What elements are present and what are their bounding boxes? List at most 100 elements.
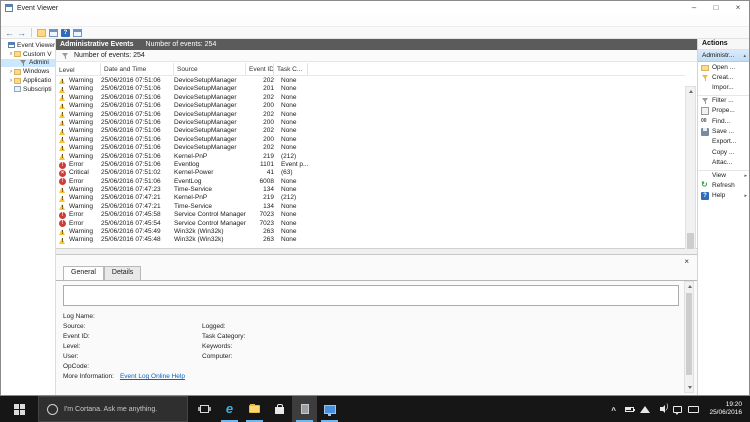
table-row[interactable]: Error 25/06/2016 07:51:06 EventLog 6008 … (56, 178, 685, 186)
edge-icon[interactable] (217, 396, 242, 422)
action-item[interactable]: Export... (698, 137, 749, 147)
scroll-up-icon[interactable] (686, 87, 695, 96)
scroll-thumb[interactable] (686, 293, 692, 375)
results-title: Administrative Events (60, 41, 134, 48)
table-row[interactable]: Warning 25/06/2016 07:51:06 DeviceSetupM… (56, 136, 685, 144)
system-tray: 19:20 25/06/2016 (605, 396, 750, 422)
start-button[interactable] (0, 396, 38, 422)
table-row[interactable]: Warning 25/06/2016 07:51:06 DeviceSetupM… (56, 119, 685, 127)
cell-event-id: 6008 (246, 178, 274, 186)
table-row[interactable]: Error 25/06/2016 07:45:58 Service Contro… (56, 211, 685, 219)
tree-item[interactable]: Event Viewer ( (1, 41, 55, 50)
column-header-source[interactable]: Source (174, 63, 246, 75)
cell-level: Warning (69, 94, 93, 102)
store-icon[interactable] (267, 396, 292, 422)
show-console-tree-icon[interactable] (37, 29, 46, 37)
scroll-down-icon[interactable] (685, 383, 693, 392)
action-item[interactable]: Refresh (698, 180, 749, 190)
action-item[interactable]: Save ... (698, 126, 749, 136)
cell-level: Error (69, 178, 83, 186)
taskbar-clock[interactable]: 19:20 25/06/2016 (701, 401, 750, 417)
level-icon (59, 229, 66, 236)
action-item[interactable]: Prope... (698, 106, 749, 116)
tree-item[interactable]: > Applicatio (1, 76, 55, 85)
table-row[interactable]: Warning 25/06/2016 07:47:23 Time-Service… (56, 186, 685, 194)
scroll-up-icon[interactable] (685, 282, 693, 291)
cortana-icon (47, 404, 58, 415)
action-item[interactable]: View ▸ (698, 170, 749, 180)
battery-icon[interactable] (621, 396, 637, 422)
column-header-event-id[interactable]: Event ID (246, 63, 274, 75)
action-center-icon[interactable] (669, 396, 685, 422)
table-row[interactable]: Warning 25/06/2016 07:51:06 DeviceSetupM… (56, 102, 685, 110)
action-label: Filter ... (712, 97, 734, 104)
cell-task-category: None (274, 186, 308, 194)
action-label: Refresh (712, 182, 735, 189)
tree-item[interactable]: v Custom V (1, 50, 55, 59)
event-log-online-help-link[interactable]: Event Log Online Help (120, 373, 185, 380)
column-header-datetime[interactable]: Date and Time (101, 63, 174, 75)
maximize-button[interactable]: □ (705, 1, 727, 15)
column-header-task-category[interactable]: Task C... (274, 63, 308, 75)
event-viewer-taskbar-icon[interactable] (317, 396, 342, 422)
action-item[interactable]: Find... (698, 116, 749, 126)
table-row[interactable]: Warning 25/06/2016 07:51:06 DeviceSetupM… (56, 111, 685, 119)
action-item[interactable]: Attac... (698, 158, 749, 168)
table-row[interactable]: Warning 25/06/2016 07:51:06 DeviceSetupM… (56, 85, 685, 93)
table-row[interactable]: Warning 25/06/2016 07:51:06 DeviceSetupM… (56, 77, 685, 85)
file-explorer-icon[interactable] (242, 396, 267, 422)
table-row[interactable]: Error 25/06/2016 07:51:06 Eventlog 1101 … (56, 161, 685, 169)
tab-general[interactable]: General (63, 266, 104, 280)
minimize-button[interactable]: – (683, 1, 705, 15)
keyboard-icon[interactable] (685, 396, 701, 422)
table-row[interactable]: Warning 25/06/2016 07:45:49 Win32k (Win3… (56, 228, 685, 236)
table-row[interactable]: Warning 25/06/2016 07:51:06 DeviceSetupM… (56, 127, 685, 135)
action-filter-current-view (701, 97, 709, 105)
tab-details[interactable]: Details (104, 266, 141, 280)
snipping-tool-icon[interactable] (292, 396, 317, 422)
table-row[interactable]: Warning 25/06/2016 07:47:21 Kernel-PnP 2… (56, 194, 685, 202)
tree-item[interactable]: Subscripti (1, 85, 55, 94)
forward-icon[interactable]: → (17, 28, 26, 38)
detail-close-icon[interactable]: × (684, 257, 689, 266)
action-item[interactable]: Copy ... (698, 147, 749, 157)
field-label-right: Logged: (202, 323, 677, 333)
action-item[interactable]: Open ... (698, 62, 749, 72)
tree-item[interactable]: Admini (1, 59, 55, 68)
window-icon[interactable] (49, 29, 58, 37)
back-icon[interactable]: ← (5, 28, 14, 38)
actions-section-header[interactable]: Administr... ▴ (698, 50, 749, 62)
tray-chevron-icon[interactable] (605, 396, 621, 422)
wifi-icon[interactable] (637, 396, 653, 422)
tree-node-icon (14, 78, 21, 84)
cell-datetime: 25/06/2016 07:51:06 (101, 144, 174, 152)
column-header-level[interactable]: Level (56, 63, 101, 75)
events-scrollbar[interactable] (685, 86, 696, 272)
table-row[interactable]: Error 25/06/2016 07:45:54 Service Contro… (56, 220, 685, 228)
close-button[interactable]: × (727, 1, 749, 15)
table-row[interactable]: Warning 25/06/2016 07:51:06 DeviceSetupM… (56, 144, 685, 152)
volume-icon[interactable] (653, 396, 669, 422)
table-row[interactable]: Warning 25/06/2016 07:51:06 DeviceSetupM… (56, 94, 685, 102)
tree-node-icon (14, 51, 21, 57)
cell-level: Error (69, 220, 83, 228)
collapse-icon[interactable]: ▴ (743, 53, 746, 59)
task-view-icon[interactable] (192, 396, 217, 422)
detail-scrollbar[interactable] (684, 281, 694, 393)
level-icon (59, 220, 66, 227)
action-item[interactable]: Impor... (698, 83, 749, 93)
action-item[interactable]: Filter ... (698, 95, 749, 105)
cortana-search-box[interactable]: I'm Cortana. Ask me anything. (38, 396, 188, 422)
cell-datetime: 25/06/2016 07:51:06 (101, 127, 174, 135)
table-row[interactable]: Warning 25/06/2016 07:51:06 Kernel-PnP 2… (56, 153, 685, 161)
tree-item[interactable]: > Windows (1, 67, 55, 76)
table-row[interactable]: Warning 25/06/2016 07:45:48 Win32k (Win3… (56, 236, 685, 244)
help-icon[interactable] (61, 29, 70, 37)
actions-panel: Actions Administr... ▴ Open ... Creat... (697, 39, 749, 395)
console-window-icon[interactable] (73, 29, 82, 37)
action-item[interactable]: Help ▸ (698, 191, 749, 201)
table-row[interactable]: Critical 25/06/2016 07:51:02 Kernel-Powe… (56, 169, 685, 177)
action-item[interactable]: Creat... (698, 72, 749, 82)
field-label-left: Source: (63, 323, 202, 333)
table-row[interactable]: Warning 25/06/2016 07:47:21 Time-Service… (56, 203, 685, 211)
